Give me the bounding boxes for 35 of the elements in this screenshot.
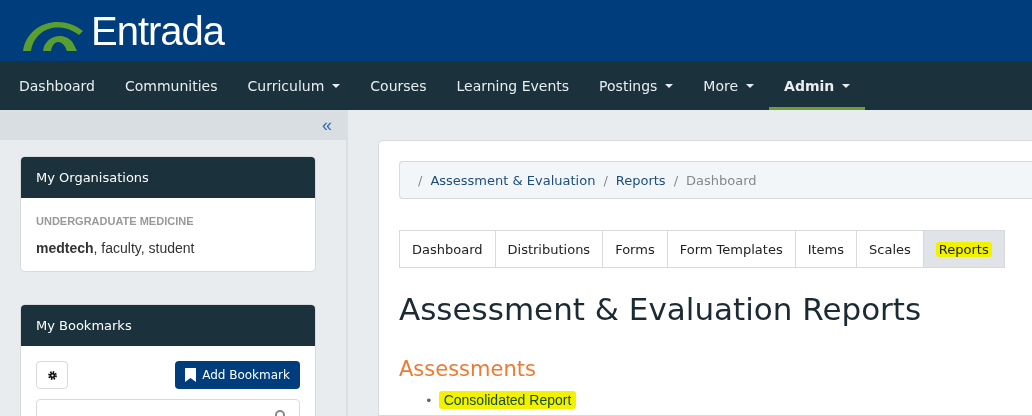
bookmark-icon: [185, 368, 197, 382]
breadcrumb-link[interactable]: Reports: [615, 172, 666, 188]
list-bullet: •: [425, 392, 433, 408]
settings-button[interactable]: [36, 361, 68, 389]
nav-item[interactable]: Courses: [355, 61, 442, 110]
breadcrumb-separator: /: [603, 172, 608, 188]
page-title: Assessment & Evaluation Reports: [399, 291, 923, 327]
breadcrumb-separator: /: [673, 172, 679, 188]
collapse-sidebar-button[interactable]: «: [320, 115, 334, 135]
organisation-group-label: UNDERGRADUATE MEDICINE: [36, 215, 195, 227]
card-title: My Bookmarks: [21, 305, 315, 346]
nav-item[interactable]: Admin: [769, 61, 866, 110]
card-title: My Organisations: [21, 157, 315, 198]
organisation-roles: medtech, faculty, student: [36, 240, 196, 256]
breadcrumb-separator: /: [418, 172, 423, 188]
tab[interactable]: Items: [794, 230, 857, 268]
tab[interactable]: Dashboard: [399, 230, 495, 268]
tab[interactable]: Form Templates: [666, 230, 795, 268]
nav-item[interactable]: Communities: [109, 61, 233, 110]
report-link[interactable]: Consolidated Report: [438, 391, 577, 409]
settings-icon: [46, 369, 58, 381]
nav-item[interactable]: Dashboard: [4, 61, 110, 110]
nav-item[interactable]: Learning Events: [441, 61, 585, 110]
nav-item[interactable]: More: [688, 61, 770, 110]
tab[interactable]: Reports: [922, 230, 1005, 268]
nav-item[interactable]: Postings: [584, 61, 689, 110]
add-bookmark-button[interactable]: Add Bookmark: [175, 361, 300, 389]
tab[interactable]: Distributions: [494, 230, 603, 268]
breadcrumb-link[interactable]: Assessment & Evaluation: [430, 172, 596, 188]
nav-item[interactable]: Curriculum: [232, 61, 356, 110]
logo-text[interactable]: Entrada: [91, 10, 225, 51]
section-heading: Assessments: [399, 357, 537, 381]
breadcrumb-current: Dashboard: [686, 172, 757, 188]
tab[interactable]: Scales: [856, 230, 923, 268]
tab[interactable]: Forms: [602, 230, 667, 268]
